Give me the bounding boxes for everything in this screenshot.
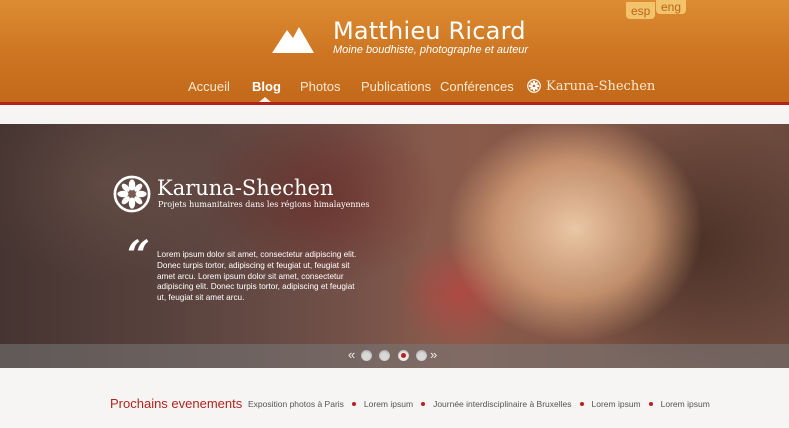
prev-slide-icon[interactable]: « [348,348,355,362]
nav-karuna-label: Karuna-Shechen [546,79,656,94]
lotus-icon [527,79,541,93]
mountain-logo-icon[interactable] [272,24,314,54]
nav-item-accueil[interactable]: Accueil [188,79,230,94]
slide-dot-4[interactable] [416,350,427,361]
nav-item-conferences[interactable]: Conférences [440,79,514,94]
events-title: Prochains evenements [110,396,243,411]
slider-overlay [0,124,430,368]
nav-item-photos[interactable]: Photos [300,79,340,94]
slide-quote: Lorem ipsum dolor sit amet, consectetur … [157,250,357,303]
slider-controls: « » [0,344,789,368]
bullet-icon [421,402,426,406]
event-item[interactable]: Exposition photos à Paris [248,399,344,409]
bullet-icon [351,402,356,406]
nav-item-karuna-shechen[interactable]: Karuna-Shechen [527,79,655,94]
slide-brand-title[interactable]: Karuna-Shechen [157,176,334,200]
nav-item-blog[interactable]: Blog [252,79,281,94]
next-slide-icon[interactable]: » [430,348,437,362]
site-header: esp eng Matthieu Ricard Moine boudhiste,… [0,0,789,104]
header-divider [0,102,789,105]
site-title[interactable]: Matthieu Ricard [333,17,526,45]
bullet-icon [648,402,653,406]
slide-dot-3-active[interactable] [398,350,409,361]
event-item[interactable]: Journée interdisciplinaire à Bruxelles [433,399,571,409]
bullet-icon [579,402,584,406]
slide-dot-2[interactable] [379,350,390,361]
event-item[interactable]: Lorem ipsum [364,399,413,409]
events-list: Exposition photos à Paris Lorem ipsum Jour… [248,399,710,409]
slide-tagline: Projets humanitaires dans les régions hi… [158,200,370,209]
nav-item-publications[interactable]: Publications [361,79,431,94]
quote-mark: “ [127,232,151,279]
language-eng-button[interactable]: eng [656,0,687,14]
language-esp-button[interactable]: esp [626,2,656,19]
featured-slider[interactable]: Karuna-Shechen Projets humanitaires dans… [0,124,789,368]
event-item[interactable]: Lorem ipsum [592,399,641,409]
event-item[interactable]: Lorem ipsum [661,399,710,409]
karuna-lotus-icon [113,175,151,213]
site-subtitle: Moine boudhiste, photographe et auteur [333,44,529,56]
slide-dot-1[interactable] [361,350,372,361]
